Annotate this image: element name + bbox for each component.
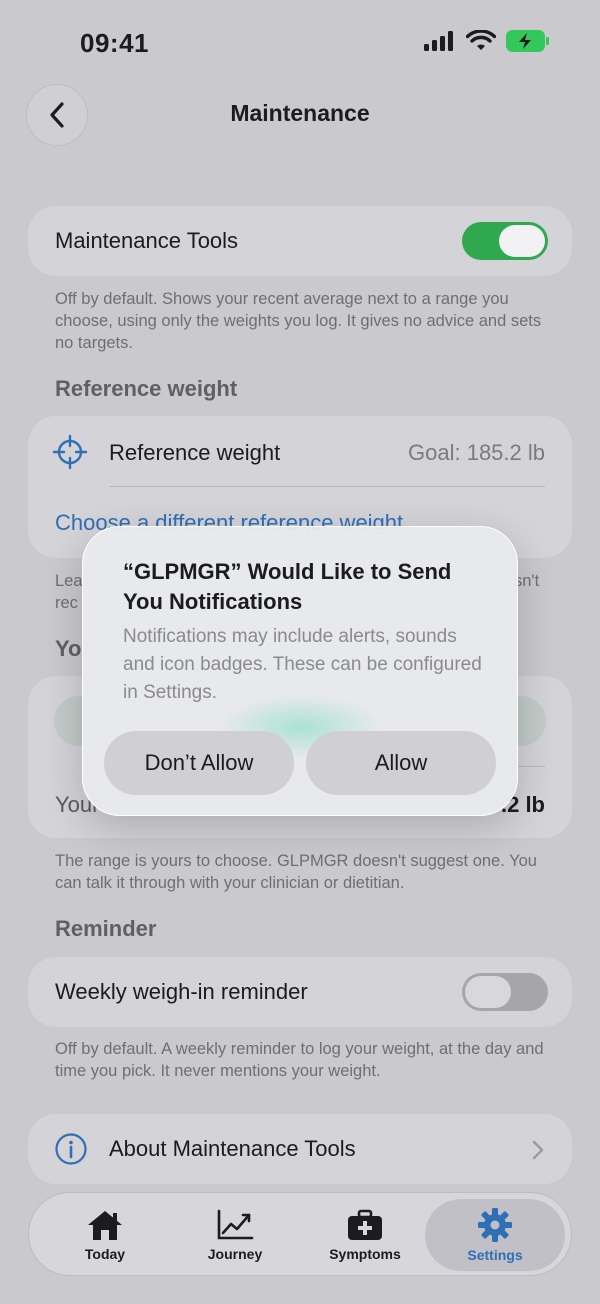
reference-footnote-fragment: Lea bbox=[55, 572, 83, 590]
maintenance-tools-toggle[interactable] bbox=[462, 222, 548, 260]
tab-symptoms[interactable]: Symptoms bbox=[305, 1193, 425, 1277]
reference-footnote-fragment-2: rec bbox=[55, 594, 78, 612]
reference-weight-label: Reference weight bbox=[109, 440, 281, 465]
reference-weight-header: Reference weight bbox=[55, 376, 238, 401]
tab-bar: Today Journey Symptoms Settings bbox=[28, 1192, 572, 1276]
battery-charging-icon bbox=[506, 30, 549, 52]
crosshair-icon bbox=[52, 434, 88, 470]
wifi-icon bbox=[466, 30, 496, 50]
maintenance-tools-footnote: Off by default. Shows your recent averag… bbox=[55, 290, 542, 352]
dialog-message: Notifications may include alerts, sounds… bbox=[123, 626, 482, 703]
toggle-knob bbox=[499, 225, 545, 257]
tab-label: Journey bbox=[207, 1246, 263, 1262]
gear-icon bbox=[478, 1208, 512, 1242]
dialog-title: “GLPMGR” Would Like to Send You Notifica… bbox=[123, 559, 452, 614]
tab-label: Today bbox=[84, 1246, 126, 1262]
reference-weight-value: Goal: 185.2 lb bbox=[408, 440, 545, 465]
info-icon bbox=[55, 1133, 87, 1165]
page-title: Maintenance bbox=[230, 100, 370, 126]
reminder-footnote: Off by default. A weekly reminder to log… bbox=[55, 1040, 544, 1080]
status-icons bbox=[424, 30, 550, 52]
maintenance-tools-row: Maintenance Tools bbox=[28, 206, 572, 276]
house-icon bbox=[88, 1211, 122, 1240]
range-header-fragment: Yo bbox=[55, 636, 82, 661]
range-footnote: The range is yours to choose. GLPMGR doe… bbox=[55, 852, 537, 892]
dont-allow-button[interactable]: Don’t Allow bbox=[104, 731, 294, 795]
weekly-reminder-toggle[interactable] bbox=[462, 973, 548, 1011]
tab-journey[interactable]: Journey bbox=[175, 1193, 295, 1277]
medical-kit-icon bbox=[348, 1209, 382, 1240]
cellular-signal-icon bbox=[424, 31, 453, 51]
weekly-reminder-label: Weekly weigh-in reminder bbox=[55, 979, 308, 1004]
tab-settings[interactable]: Settings bbox=[425, 1199, 565, 1271]
allow-button[interactable]: Allow bbox=[306, 731, 496, 795]
tab-label: Symptoms bbox=[329, 1246, 401, 1262]
tab-today[interactable]: Today bbox=[45, 1193, 165, 1277]
weekly-reminder-row: Weekly weigh-in reminder bbox=[28, 957, 572, 1027]
notification-permission-dialog: “GLPMGR” Would Like to Send You Notifica… bbox=[82, 526, 518, 816]
chart-line-icon bbox=[217, 1209, 254, 1240]
toggle-knob bbox=[465, 976, 511, 1008]
about-maintenance-tools-row[interactable]: About Maintenance Tools bbox=[28, 1114, 572, 1184]
reminder-header: Reminder bbox=[55, 916, 157, 941]
status-time: 09:41 bbox=[80, 28, 149, 58]
about-label: About Maintenance Tools bbox=[109, 1136, 356, 1161]
tab-label: Settings bbox=[467, 1247, 523, 1263]
chevron-right-icon bbox=[532, 1140, 544, 1160]
maintenance-tools-label: Maintenance Tools bbox=[55, 228, 239, 253]
divider bbox=[109, 486, 545, 487]
